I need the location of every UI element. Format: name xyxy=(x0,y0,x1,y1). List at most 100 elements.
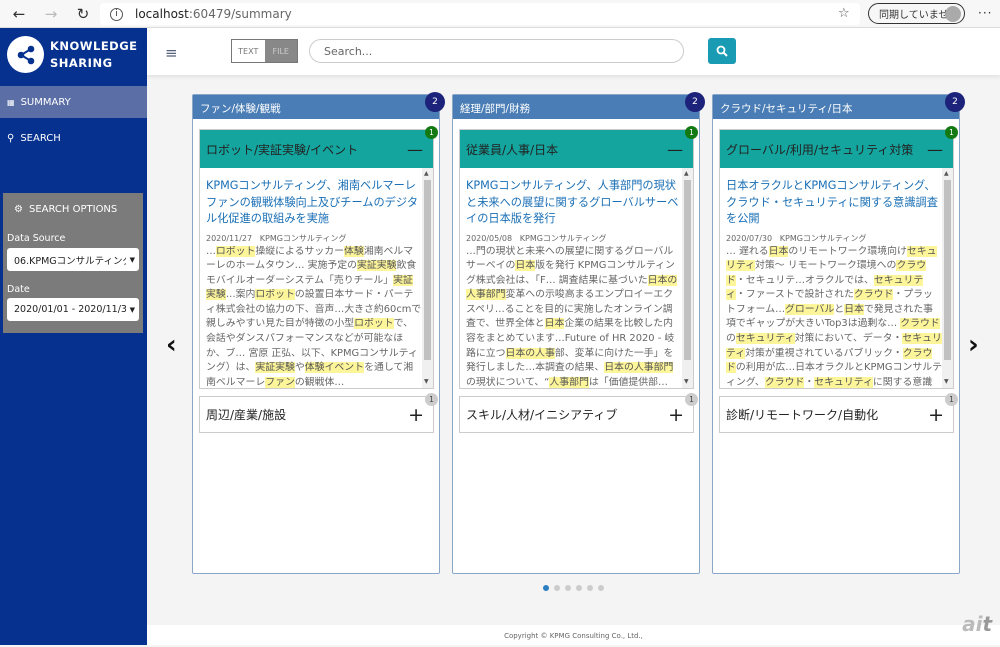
subtopic-header[interactable]: ロボット/実証実験/イベント — xyxy=(200,130,433,168)
scrollbar-thumb[interactable] xyxy=(944,180,951,360)
scrollbar-thumb[interactable] xyxy=(424,180,431,360)
subtopic-header[interactable]: グローバル/利用/セキュリティ対策 — xyxy=(720,130,953,168)
search-button[interactable] xyxy=(708,38,736,64)
snippet-text: のリモートワーク環境向け xyxy=(788,245,907,257)
scroll-up-icon: ▲ xyxy=(424,170,429,177)
carousel-indicators xyxy=(543,585,604,591)
snippet-text: ・ xyxy=(804,376,815,388)
reload-icon[interactable]: ↻ xyxy=(70,5,96,23)
url-path: :60479/summary xyxy=(188,7,292,21)
snippet-text: … xyxy=(206,245,216,257)
highlighted-term: 日本 xyxy=(515,260,536,272)
carousel-prev-arrow[interactable]: ‹ xyxy=(166,330,177,360)
snippet-text: 対策～ リモートワーク環境への xyxy=(755,260,897,272)
date-range-select[interactable]: 2020/01/01 - 2020/11/30 ▼ xyxy=(7,298,139,321)
subtopic-panel-open: ロボット/実証実験/イベント — 1 KPMGコンサルティング、湘南ベルマーレファ… xyxy=(199,126,438,389)
toggle-file[interactable]: FILE xyxy=(264,40,297,62)
hamburger-menu-icon[interactable]: ≡ xyxy=(165,44,178,62)
carousel-dot[interactable] xyxy=(576,585,582,591)
subtopic-header[interactable]: 従業員/人事/日本 — xyxy=(460,130,693,168)
scrollbar-thumb[interactable] xyxy=(684,180,691,360)
highlighted-term: 日本 xyxy=(844,303,864,315)
collapse-icon[interactable]: — xyxy=(667,140,683,159)
highlighted-term: 体験 xyxy=(343,245,364,257)
expand-icon[interactable]: + xyxy=(668,404,684,426)
scrollbar[interactable]: ▲ ▼ xyxy=(422,168,433,388)
data-source-label: Data Source xyxy=(7,233,66,244)
sidebar-item-search[interactable]: ⚲ SEARCH xyxy=(0,122,147,154)
expand-icon[interactable]: + xyxy=(408,404,424,426)
count-badge: 2 xyxy=(685,92,705,112)
topic-card-title: ファン/体験/観戦 xyxy=(193,95,439,119)
carousel-dot[interactable] xyxy=(543,585,549,591)
more-icon[interactable]: ··· xyxy=(978,6,992,20)
collapse-icon[interactable]: — xyxy=(407,140,423,159)
toggle-text[interactable]: TEXT xyxy=(232,40,265,62)
article-title-link[interactable]: KPMGコンサルティング、湘南ベルマーレファンの観戦体験向上及びチームのデジタル… xyxy=(206,178,422,228)
info-icon[interactable]: i xyxy=(110,7,123,21)
snippet-text: の xyxy=(726,333,736,345)
snippet-text: の観戦体… xyxy=(294,376,345,388)
snippet-text: …案内 xyxy=(225,289,256,301)
address-bar[interactable]: i localhost:60479/summary xyxy=(100,3,860,25)
expand-icon[interactable]: + xyxy=(928,404,944,426)
favorite-icon[interactable]: ☆ xyxy=(838,6,850,21)
sync-button[interactable]: 同期していません xyxy=(868,3,965,24)
scroll-up-icon: ▲ xyxy=(684,170,689,177)
url-host: localhost xyxy=(135,7,189,21)
scroll-down-icon: ▼ xyxy=(944,378,949,385)
article-snippet: …門の現状と未来への展望に関するグローバルサーベイの日本版を発行 KPMGコンサ… xyxy=(466,245,682,389)
subtopic-panel-open: グローバル/利用/セキュリティ対策 — 1 日本オラクルとKPMGコンサルティング… xyxy=(719,126,958,389)
topic-card: ファン/体験/観戦 2 ロボット/実証実験/イベント — 1 KPMGコンサルティ… xyxy=(192,92,445,574)
highlighted-term: 実証実験 xyxy=(356,260,397,272)
scrollbar[interactable]: ▲ ▼ xyxy=(682,168,693,388)
carousel-dot[interactable] xyxy=(587,585,593,591)
article-title-link[interactable]: 日本オラクルとKPMGコンサルティング、クラウド・セキュリティに関する意識調査を… xyxy=(726,178,942,228)
back-icon[interactable]: ← xyxy=(6,5,32,23)
topic-card-title: クラウド/セキュリティ/日本 xyxy=(713,95,959,119)
highlighted-term: ロボット xyxy=(215,245,256,257)
carousel-next-arrow[interactable]: › xyxy=(968,330,979,360)
count-badge: 2 xyxy=(945,92,965,112)
forward-icon[interactable]: → xyxy=(38,5,64,23)
topic-card: クラウド/セキュリティ/日本 2 グローバル/利用/セキュリティ対策 — 1 日本… xyxy=(712,92,965,574)
collapse-icon[interactable]: — xyxy=(927,140,943,159)
article-list: KPMGコンサルティング、湘南ベルマーレファンの観戦体験向上及びチームのデジタル… xyxy=(200,168,433,388)
highlighted-term: ロボット xyxy=(354,318,394,330)
share-icon[interactable] xyxy=(7,36,44,73)
snippet-text: の現状について、“ xyxy=(466,376,550,388)
highlighted-term: クラウド xyxy=(853,289,894,301)
highlighted-term: 体験イベント xyxy=(304,362,365,374)
count-badge: 1 xyxy=(685,393,698,406)
sidebar-item-summary[interactable]: ▦ SUMMARY xyxy=(0,86,147,118)
subtopic-panel-collapsed[interactable]: 周辺/産業/施設 +1 xyxy=(199,393,438,433)
data-source-select[interactable]: 06.KPMGコンサルティング ▼ xyxy=(7,248,139,271)
count-badge: 1 xyxy=(685,126,698,139)
count-badge: 1 xyxy=(945,393,958,406)
carousel-dot[interactable] xyxy=(565,585,571,591)
article-meta: 2020/11/27 KPMGコンサルティング xyxy=(206,233,347,243)
carousel-dot[interactable] xyxy=(598,585,604,591)
search-icon xyxy=(716,45,728,57)
search-icon: ⚲ xyxy=(7,132,15,144)
scroll-down-icon: ▼ xyxy=(684,378,689,385)
article-snippet: …ロボット操縦によるサッカー体験湘南ベルマーレのホームタウン… 実施予定の実証実… xyxy=(206,245,422,389)
scrollbar[interactable]: ▲ ▼ xyxy=(942,168,953,388)
scroll-up-icon: ▲ xyxy=(944,170,949,177)
snippet-text: や xyxy=(294,362,305,374)
search-options-title: SEARCH OPTIONS xyxy=(28,204,118,215)
snippet-text: 対策が重視されているパブリック・ xyxy=(745,347,903,359)
topic-card: 経理/部門/財務 2 従業員/人事/日本 — 1 KPMGコンサルティング、人事部… xyxy=(452,92,705,574)
article-title-link[interactable]: KPMGコンサルティング、人事部門の現状と未来への展望に関するグローバルサーベイ… xyxy=(466,178,682,228)
subtopic-panel-collapsed[interactable]: 診断/リモートワーク/自動化 +1 xyxy=(719,393,958,433)
highlighted-term: 実証実験 xyxy=(255,362,295,374)
search-input[interactable]: Search... xyxy=(309,39,684,63)
search-options-panel: ⚙ SEARCH OPTIONS Data Source 06.KPMGコンサルテ… xyxy=(3,193,143,333)
gear-icon: ⚙ xyxy=(14,204,23,215)
article-list: KPMGコンサルティング、人事部門の現状と未来への展望に関するグローバルサーベイ… xyxy=(460,168,693,388)
subtopic-panel-collapsed[interactable]: スキル/人材/イニシアティブ +1 xyxy=(459,393,698,433)
search-mode-toggle[interactable]: TEXT FILE xyxy=(231,39,298,63)
carousel-dot[interactable] xyxy=(554,585,560,591)
sidebar: KNOWLEDGE SHARING ▦ SUMMARY ⚲ SEARCH ⚙ SEARC… xyxy=(0,28,147,645)
article-meta: 2020/07/30 KPMGコンサルティング xyxy=(726,233,867,243)
